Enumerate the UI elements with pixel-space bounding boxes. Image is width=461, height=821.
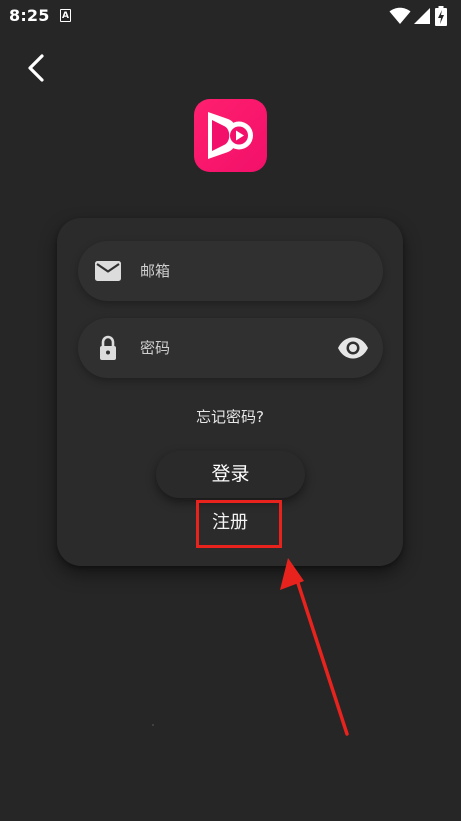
app-play-logo-icon — [208, 112, 253, 159]
lock-icon — [100, 335, 116, 360]
forgot-password-link[interactable]: 忘记密码? — [196, 407, 264, 427]
login-button[interactable]: 登录 — [156, 451, 305, 498]
notification-icon: A — [60, 9, 71, 22]
decorative-dot — [152, 724, 154, 726]
status-time: 8:25 — [9, 6, 50, 25]
password-field[interactable]: 密码 — [78, 318, 383, 378]
wifi-icon — [389, 7, 411, 24]
email-field[interactable]: 邮箱 — [78, 241, 383, 301]
battery-charging-icon — [435, 6, 447, 26]
status-bar: 8:25 A — [0, 0, 461, 32]
login-screen: 8:25 A 邮箱 密码 忘记密码? 登录 注册 — [0, 0, 461, 821]
chevron-left-icon — [28, 54, 44, 82]
eye-icon[interactable] — [337, 336, 369, 360]
annotation-highlight-box — [196, 500, 282, 548]
status-icons — [389, 6, 453, 26]
signal-icon — [414, 8, 430, 24]
password-placeholder: 密码 — [140, 339, 171, 357]
back-button[interactable] — [16, 48, 56, 88]
app-logo — [194, 99, 267, 172]
notification-glyph: A — [62, 11, 69, 21]
email-placeholder: 邮箱 — [140, 262, 171, 280]
mail-icon — [95, 261, 121, 281]
